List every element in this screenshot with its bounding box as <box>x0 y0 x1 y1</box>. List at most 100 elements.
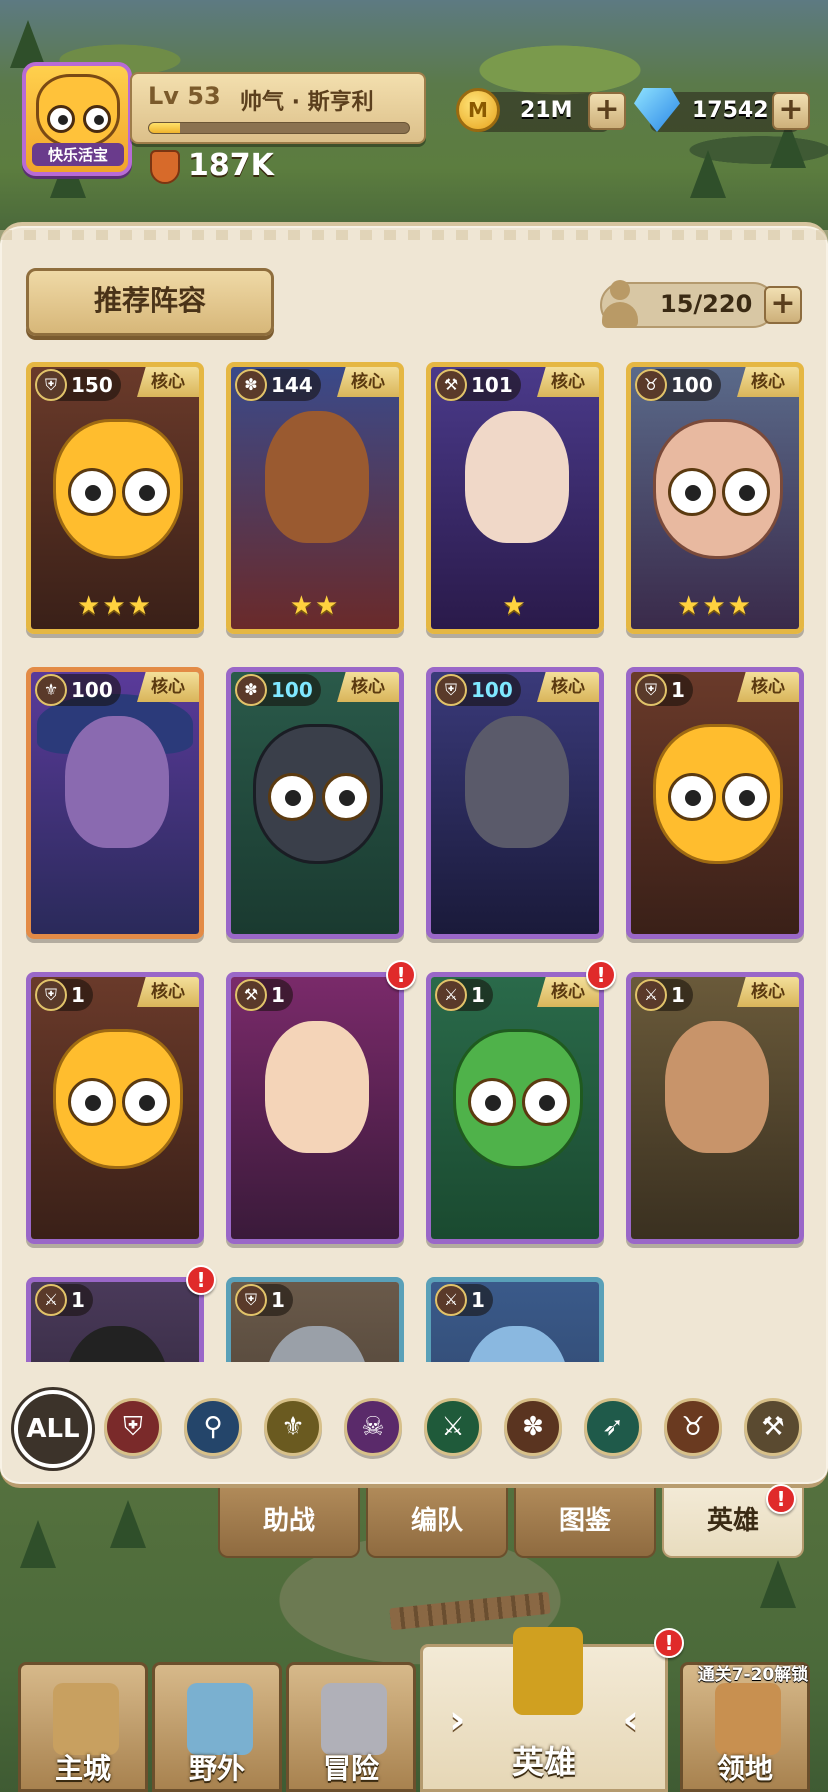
avatar-name: 快乐活宝 <box>32 143 124 166</box>
nav-label: 野外 <box>188 1752 245 1785</box>
core-hero-tag: 核心 <box>137 367 199 397</box>
hero-portrait <box>431 977 599 1239</box>
swords-icon: ⚔ <box>435 1284 467 1316</box>
robot-portrait <box>265 1326 369 1362</box>
filter-all-button[interactable]: ALL <box>14 1390 92 1468</box>
person-icon <box>600 278 638 332</box>
green-goblin-creature <box>453 1029 583 1169</box>
yellow-blob-creature <box>653 724 783 864</box>
hammer-filter-icon[interactable]: ⚒ <box>744 1398 802 1456</box>
subtab-1[interactable]: 编队 <box>366 1488 508 1558</box>
avatar-face <box>36 74 120 148</box>
phoenix-filter-icon[interactable]: ⚜ <box>264 1398 322 1456</box>
tank-shield-icon: ⛨ <box>635 674 667 706</box>
level-label: Lv 53 <box>148 82 221 110</box>
creature-eye <box>522 1078 570 1126</box>
tank-shield-icon: ⛨ <box>35 979 67 1011</box>
hero-card[interactable]: 1 ⚔ <box>26 1277 204 1362</box>
hero-portrait <box>231 977 399 1239</box>
hero-portrait <box>631 672 799 934</box>
tree <box>690 150 726 198</box>
add-gold-button[interactable]: + <box>588 92 626 130</box>
subtab-2[interactable]: 图鉴 <box>514 1488 656 1558</box>
hero-portrait <box>231 672 399 934</box>
hero-card[interactable]: 150 ⛨ 核心 ★★★ <box>26 362 204 634</box>
hammer-icon: ⚒ <box>235 979 267 1011</box>
recommend-lineup-button[interactable]: 推荐阵容 <box>26 268 274 336</box>
red-alert-badge: ! <box>386 960 416 990</box>
hero-card[interactable]: 1 ⛨ <box>226 1277 404 1362</box>
creature-eye <box>668 773 716 821</box>
hero-portrait <box>431 367 599 629</box>
core-hero-tag: 核心 <box>137 672 199 702</box>
red-alert-badge: ! <box>586 960 616 990</box>
staff-filter-icon[interactable]: ⚲ <box>184 1398 242 1456</box>
subtab-0[interactable]: 助战 <box>218 1488 360 1558</box>
nav-icon <box>321 1683 387 1755</box>
player-level-panel[interactable]: Lv 53 帅气 · 斯亨利 <box>130 72 426 144</box>
hero-card[interactable]: 1 ⛨ 核心 <box>626 667 804 939</box>
swords-filter-icon[interactable]: ⚔ <box>424 1398 482 1456</box>
core-hero-tag: 核心 <box>537 672 599 702</box>
hero-card[interactable]: 1 ⚒ <box>226 972 404 1244</box>
horned-skull-filter-icon[interactable]: ♉ <box>664 1398 722 1456</box>
hero-card[interactable]: 1 ⚔ 核心 <box>426 972 604 1244</box>
creature-eye <box>468 1078 516 1126</box>
hero-portrait <box>631 977 799 1239</box>
nav-item-2[interactable]: 冒险 <box>286 1662 416 1792</box>
ice-portrait <box>465 1326 569 1362</box>
tree <box>760 1560 796 1608</box>
dark-beast-creature <box>253 724 383 864</box>
diamond-amount: 17542 <box>692 98 769 123</box>
core-hero-tag: 核心 <box>337 672 399 702</box>
power-shield-icon <box>150 150 180 184</box>
hammer-icon: ⚒ <box>435 369 467 401</box>
hero-card[interactable]: 101 ⚒ 核心 ★ <box>426 362 604 634</box>
swords-icon: ⚔ <box>435 979 467 1011</box>
skull-filter-icon[interactable]: ☠ <box>344 1398 402 1456</box>
player-avatar[interactable]: 快乐活宝 <box>22 62 132 176</box>
hero-portrait <box>31 367 199 629</box>
paw-icon: ✽ <box>235 674 267 706</box>
hero-portrait <box>231 367 399 629</box>
hero-card[interactable]: 1 ⛨ 核心 <box>26 972 204 1244</box>
hooded-portrait <box>65 1326 169 1362</box>
swords-icon: ⚔ <box>635 979 667 1011</box>
hero-card[interactable]: 100 ♉ 核心 ★★★ <box>626 362 804 634</box>
witch-portrait <box>65 716 169 848</box>
shield-filter-icon[interactable]: ⛨ <box>104 1398 162 1456</box>
bow-filter-icon[interactable]: ➶ <box>584 1398 642 1456</box>
expand-capacity-button[interactable]: + <box>764 286 802 324</box>
add-diamond-button[interactable]: + <box>772 92 810 130</box>
nav-item-3[interactable]: › ‹ 英雄 <box>420 1627 668 1792</box>
hero-card[interactable]: 100 ✽ 核心 <box>226 667 404 939</box>
hero-card[interactable]: 1 ⚔ 核心 <box>626 972 804 1244</box>
nav-item-0[interactable]: 主城 <box>18 1662 148 1792</box>
hero-helmet-icon <box>513 1627 583 1715</box>
tree <box>20 1520 56 1568</box>
nav-item-1[interactable]: 野外 <box>152 1662 282 1792</box>
hero-card[interactable]: 100 ⛨ 核心 <box>426 667 604 939</box>
player-name: 帅气 · 斯亨利 <box>240 90 374 115</box>
avatar-eye <box>83 105 111 133</box>
nav-icon <box>715 1683 781 1755</box>
star-rating: ★★ <box>289 591 341 621</box>
star-rating: ★★★ <box>677 591 753 621</box>
paw-filter-icon[interactable]: ✽ <box>504 1398 562 1456</box>
core-hero-tag: 核心 <box>537 367 599 397</box>
beast-icon: ✽ <box>235 369 267 401</box>
hero-card[interactable]: 1 ⚔ <box>426 1277 604 1362</box>
unlock-requirement: 通关7-20解锁 <box>697 1665 809 1685</box>
nav-icon <box>53 1683 119 1755</box>
creature-eye <box>722 773 770 821</box>
hero-card[interactable]: 144 ✽ 核心 ★★ <box>226 362 404 634</box>
nav-label: 领地 <box>716 1752 773 1785</box>
nav-label: 英雄 <box>511 1743 576 1781</box>
xp-bar-fill <box>149 123 181 133</box>
phoenix-icon: ⚜ <box>35 674 67 706</box>
hero-capacity-count: 15/220 <box>660 290 753 318</box>
core-hero-tag: 核心 <box>137 977 199 1007</box>
hero-portrait <box>31 672 199 934</box>
hero-card[interactable]: 100 ⚜ 核心 <box>26 667 204 939</box>
swords-icon: ⚔ <box>35 1284 67 1316</box>
